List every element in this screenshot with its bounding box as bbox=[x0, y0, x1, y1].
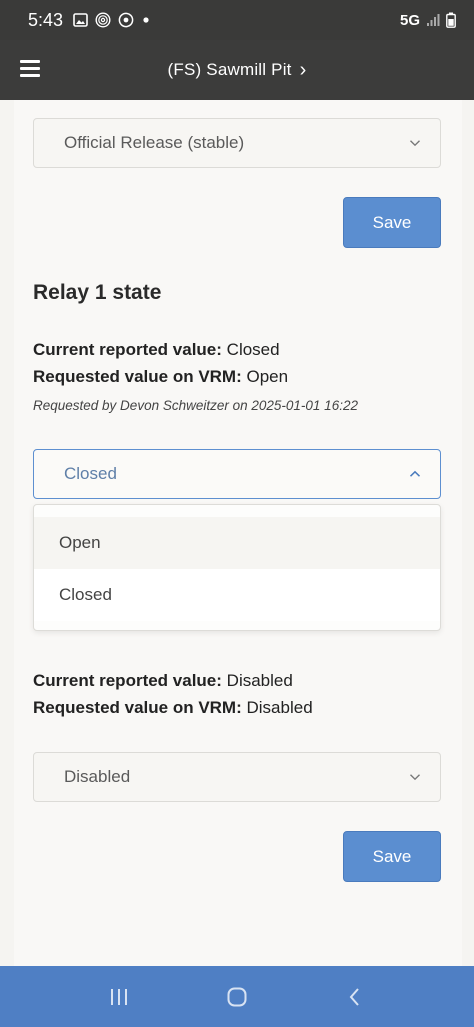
relay2-current-label: Current reported value: bbox=[33, 671, 222, 690]
chevron-up-icon bbox=[409, 470, 421, 477]
relay2-requested-label: Requested value on VRM: bbox=[33, 698, 242, 717]
back-button[interactable] bbox=[335, 977, 375, 1017]
relay1-option-open[interactable]: Open bbox=[34, 517, 440, 569]
relay2-requested: Requested value on VRM: Disabled bbox=[33, 698, 313, 718]
signal-icon bbox=[427, 14, 440, 26]
firmware-save-button[interactable]: Save bbox=[343, 197, 441, 248]
relay1-current-label: Current reported value: bbox=[33, 340, 222, 359]
status-right: 5G bbox=[400, 12, 456, 29]
relay1-request-note: Requested by Devon Schweitzer on 2025-01… bbox=[33, 398, 358, 413]
battery-icon bbox=[446, 12, 456, 28]
system-nav-bar bbox=[0, 966, 474, 1027]
firmware-select-value: Official Release (stable) bbox=[64, 133, 245, 152]
status-bar: 5:43 5G bbox=[0, 0, 474, 40]
app-bar: (FS) Sawmill Pit › bbox=[0, 40, 474, 100]
location-icon bbox=[118, 12, 134, 28]
site-title-label: (FS) Sawmill Pit bbox=[167, 60, 292, 79]
firmware-select[interactable]: Official Release (stable) bbox=[33, 118, 441, 168]
fingerprint-icon bbox=[95, 12, 111, 28]
relay1-current-value: Closed bbox=[226, 340, 280, 359]
relay2-select[interactable]: Disabled bbox=[33, 752, 441, 802]
relay2-save-button[interactable]: Save bbox=[343, 831, 441, 882]
relay1-current: Current reported value: Closed bbox=[33, 340, 280, 360]
status-icons bbox=[73, 12, 151, 28]
recents-button[interactable] bbox=[99, 977, 139, 1017]
site-title[interactable]: (FS) Sawmill Pit › bbox=[0, 40, 474, 100]
gallery-icon bbox=[73, 13, 88, 27]
recents-icon bbox=[111, 988, 127, 1005]
relay1-option-closed[interactable]: Closed bbox=[34, 569, 440, 621]
chevron-down-icon bbox=[410, 140, 420, 147]
relay2-select-value: Disabled bbox=[64, 767, 131, 786]
relay1-requested-value: Open bbox=[246, 367, 289, 386]
dot-icon bbox=[143, 17, 149, 23]
relay2-current-value: Disabled bbox=[226, 671, 293, 690]
home-button[interactable] bbox=[217, 977, 257, 1017]
back-icon bbox=[349, 987, 359, 1006]
relay1-requested-label: Requested value on VRM: bbox=[33, 367, 242, 386]
relay1-heading: Relay 1 state bbox=[33, 281, 162, 304]
home-icon bbox=[227, 987, 247, 1006]
relay1-select[interactable]: Closed bbox=[33, 449, 441, 499]
chevron-down-icon bbox=[410, 774, 420, 781]
chevron-right-icon: › bbox=[299, 58, 307, 81]
status-time: 5:43 bbox=[28, 9, 64, 30]
relay2-requested-value: Disabled bbox=[246, 698, 313, 717]
relay2-current: Current reported value: Disabled bbox=[33, 671, 293, 691]
hamburger-icon bbox=[20, 60, 40, 63]
relay1-dropdown-menu: Open Closed bbox=[33, 504, 441, 631]
network-label: 5G bbox=[399, 11, 420, 29]
menu-button[interactable] bbox=[20, 60, 40, 78]
relay1-select-value: Closed bbox=[64, 464, 117, 483]
relay1-requested: Requested value on VRM: Open bbox=[33, 367, 288, 387]
